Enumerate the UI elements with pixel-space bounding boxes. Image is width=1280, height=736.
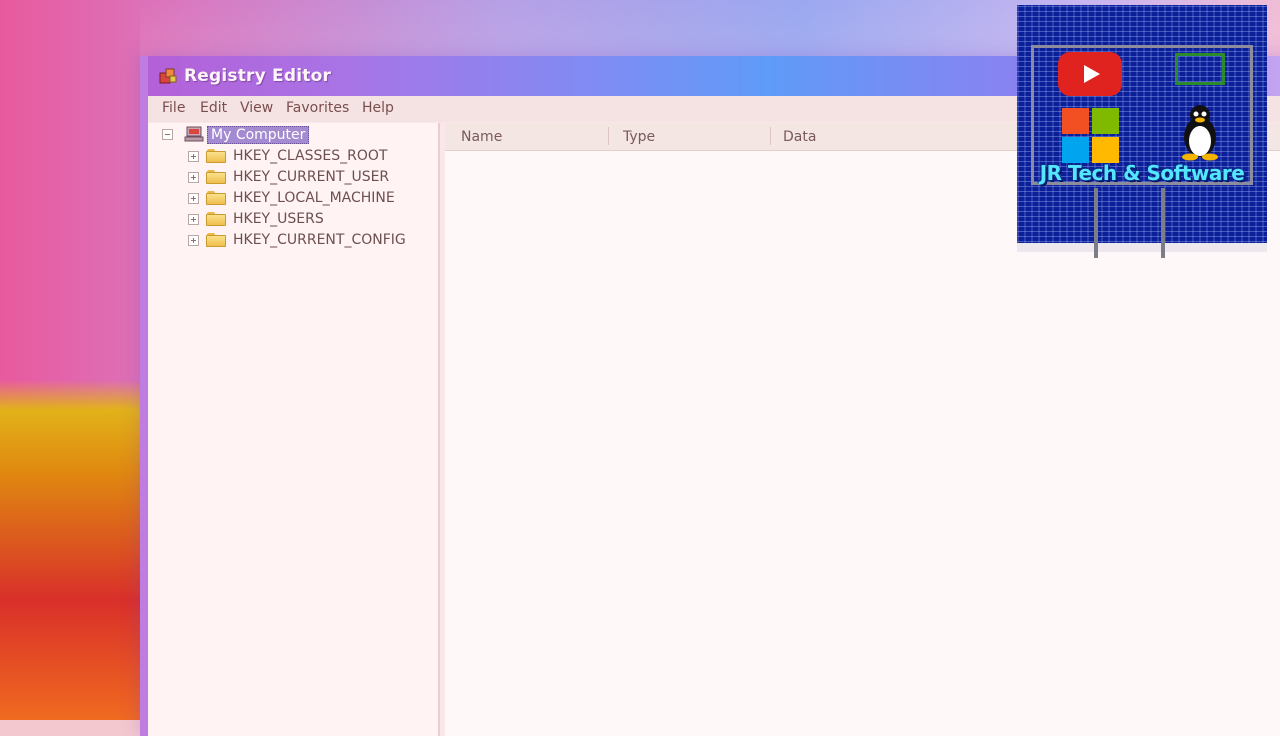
channel-name: JR Tech & Software <box>1039 161 1245 185</box>
menu-favorites[interactable]: Favorites <box>286 100 349 116</box>
tree-item-hkey-current-user[interactable]: HKEY_CURRENT_USER <box>148 168 438 188</box>
key-tree-pane[interactable]: My Computer HKEY_CLASSES_ROOT HKEY_CURRE… <box>148 123 440 736</box>
tree-item-label: HKEY_LOCAL_MACHINE <box>233 190 395 206</box>
column-header-type[interactable]: Type <box>623 129 655 145</box>
tree-item-label: HKEY_CLASSES_ROOT <box>233 148 388 164</box>
registry-editor-icon <box>159 68 177 84</box>
tree-item-label: HKEY_CURRENT_CONFIG <box>233 232 406 248</box>
channel-logo-overlay: JR Tech & Software <box>1017 5 1267 252</box>
expand-icon[interactable] <box>188 214 199 225</box>
tree-root-my-computer[interactable]: My Computer <box>148 125 438 145</box>
expand-icon[interactable] <box>188 235 199 246</box>
expand-icon[interactable] <box>188 193 199 204</box>
expand-icon[interactable] <box>188 172 199 183</box>
folder-icon <box>206 233 226 247</box>
window-title: Registry Editor <box>184 66 332 86</box>
column-divider[interactable] <box>770 127 771 145</box>
menu-view[interactable]: View <box>240 100 273 116</box>
menu-edit[interactable]: Edit <box>200 100 227 116</box>
monitor-icon <box>1175 53 1225 85</box>
folder-icon <box>206 212 226 226</box>
tree-root-label[interactable]: My Computer <box>207 126 310 144</box>
tree-item-hkey-local-machine[interactable]: HKEY_LOCAL_MACHINE <box>148 189 438 209</box>
logo-stand-left <box>1094 188 1098 258</box>
logo-bottom-strip <box>1017 243 1267 252</box>
folder-icon <box>206 149 226 163</box>
youtube-icon <box>1058 52 1122 96</box>
menu-help[interactable]: Help <box>362 100 394 116</box>
linux-tux-icon <box>1182 105 1218 161</box>
expand-icon[interactable] <box>188 151 199 162</box>
collapse-icon[interactable] <box>162 129 173 140</box>
tree-item-hkey-users[interactable]: HKEY_USERS <box>148 210 438 230</box>
tree-item-hkey-current-config[interactable]: HKEY_CURRENT_CONFIG <box>148 231 438 251</box>
tree-item-label: HKEY_USERS <box>233 211 324 227</box>
column-divider[interactable] <box>608 127 609 145</box>
tree-item-label: HKEY_CURRENT_USER <box>233 169 390 185</box>
tree-item-hkey-classes-root[interactable]: HKEY_CLASSES_ROOT <box>148 147 438 167</box>
logo-stand-right <box>1161 188 1165 258</box>
menu-file[interactable]: File <box>162 100 185 116</box>
folder-icon <box>206 191 226 205</box>
computer-icon <box>184 126 204 142</box>
column-header-name[interactable]: Name <box>461 129 502 145</box>
column-header-data[interactable]: Data <box>783 129 816 145</box>
folder-icon <box>206 170 226 184</box>
windows-icon <box>1062 108 1120 164</box>
